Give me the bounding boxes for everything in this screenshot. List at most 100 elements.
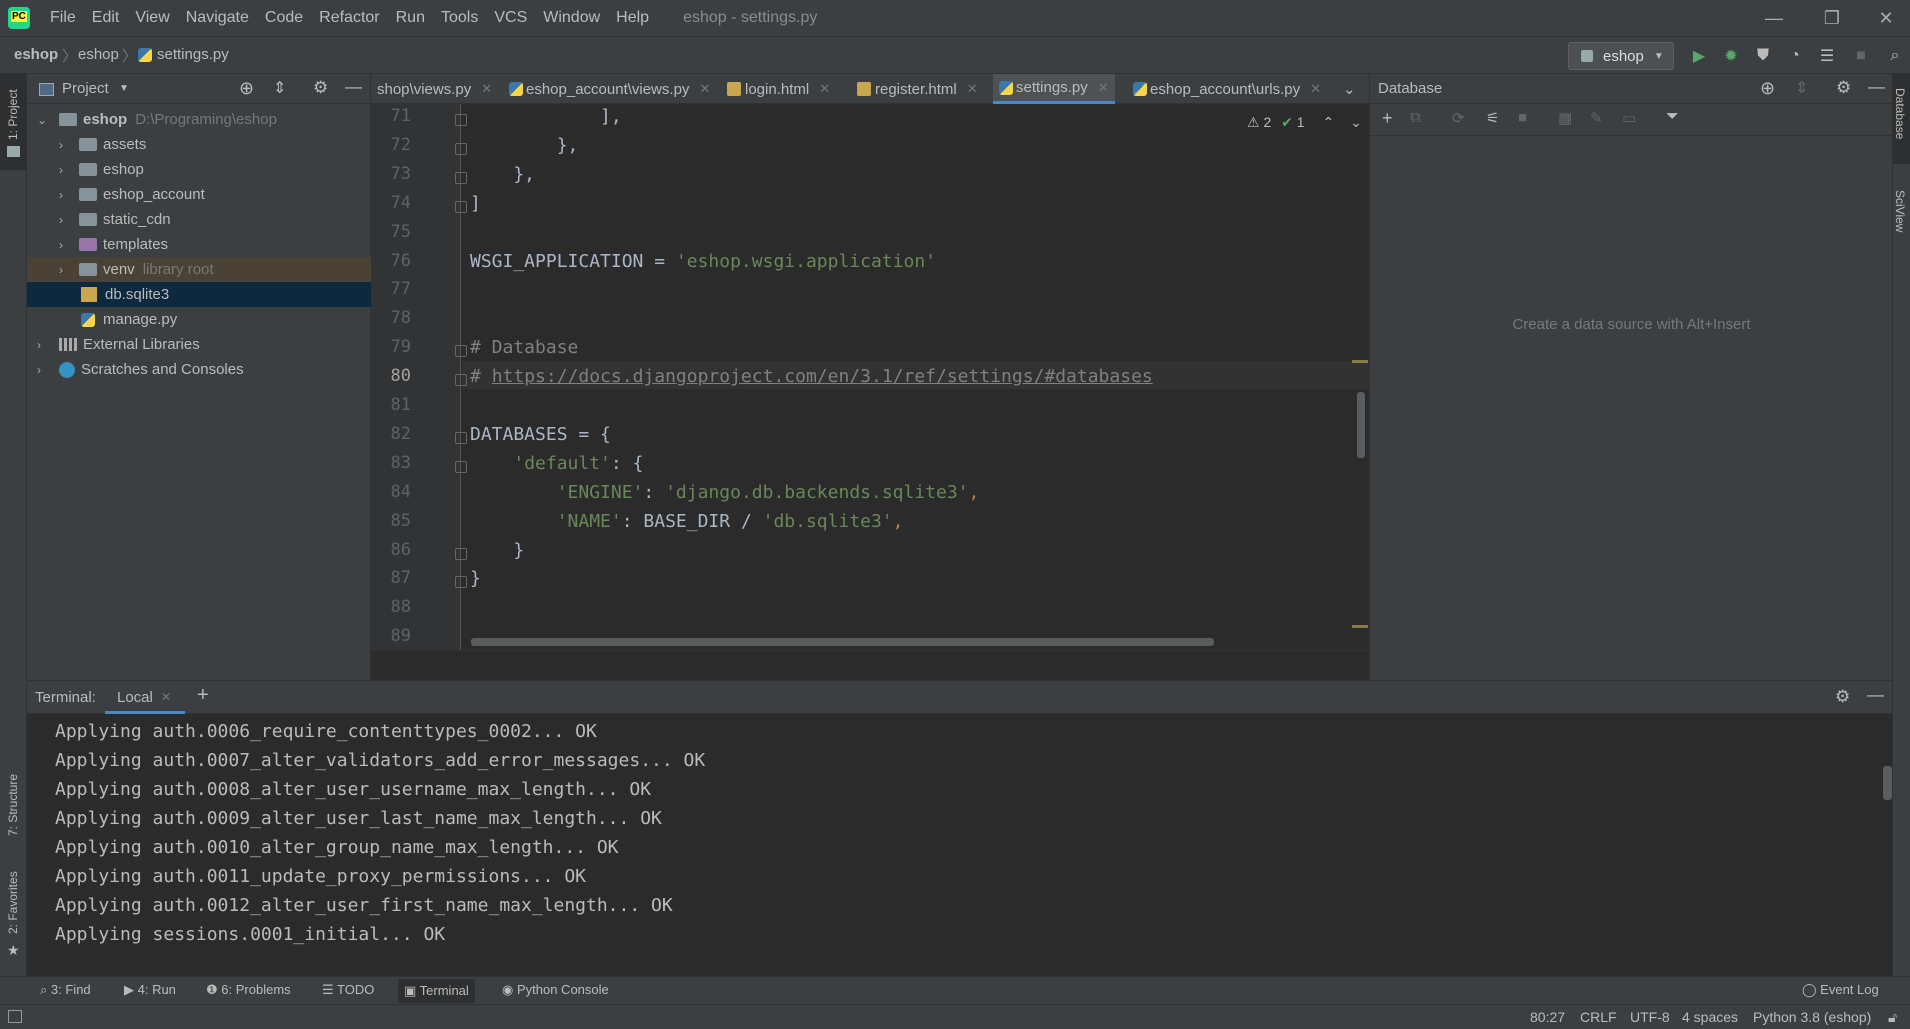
python-interpreter[interactable]: Python 3.8 (eshop) [1753,1009,1871,1025]
tree-item-eshop[interactable]: › eshop [27,157,371,182]
table-icon[interactable]: ▦ [1558,109,1572,127]
tab-settings-py[interactable]: settings.py ✕ [993,74,1115,104]
hide-icon[interactable]: — [1867,685,1884,705]
warning-stripe-marker[interactable] [1352,625,1368,628]
problems-tool-button[interactable]: ❶ 6: Problems [206,982,291,998]
terminal-scrollbar[interactable] [1883,766,1892,800]
gear-icon[interactable]: ⚙ [1835,687,1850,707]
chevron-down-icon[interactable]: ▼ [119,83,129,94]
tree-item-templates[interactable]: › templates [27,232,371,257]
tab-eshop-account-urls[interactable]: eshop_account\urls.py ✕ [1127,74,1327,104]
fold-marker-icon[interactable] [455,460,467,473]
close-tab-icon[interactable]: ✕ [161,690,171,704]
lock-icon[interactable]: 🔓︎ [1888,1009,1897,1026]
concurrency-icon[interactable]: ☰ [1816,45,1838,67]
stop-icon[interactable]: ■ [1850,45,1872,67]
menu-tools[interactable]: Tools [433,9,486,27]
tree-item-eshop-account[interactable]: › eshop_account [27,182,371,207]
find-tool-button[interactable]: ⌕ 3: Find [40,982,91,998]
breadcrumb-project[interactable]: eshop [14,46,58,63]
tabs-overflow-chevron-icon[interactable]: ⌄ [1337,74,1362,104]
line-number[interactable]: 77 [371,279,411,299]
menu-refactor[interactable]: Refactor [311,9,387,27]
code-editor[interactable] [371,104,1369,680]
tree-item-db-sqlite3[interactable]: db.sqlite3 [27,282,371,307]
warning-stripe-marker[interactable] [1352,360,1368,363]
next-highlight-icon[interactable]: ⌄ [1350,114,1362,130]
coverage-icon[interactable]: ⛊ [1752,45,1774,67]
line-separator[interactable]: CRLF [1580,1009,1617,1025]
hide-icon[interactable]: — [1868,77,1885,97]
collapse-all-icon[interactable]: ⇕ [1795,78,1808,98]
line-number[interactable]: 81 [371,395,411,415]
line-number[interactable]: 87 [371,568,411,588]
copy-icon[interactable]: ⧉ [1410,109,1421,126]
line-number[interactable]: 75 [371,222,411,242]
close-tab-icon[interactable]: ✕ [481,81,492,97]
console-icon[interactable]: ▭ [1622,109,1636,127]
search-icon[interactable]: ⌕ [1884,45,1906,67]
close-window-icon[interactable]: ✕ [1862,0,1910,36]
line-number[interactable]: 71 [371,106,411,126]
breadcrumb-folder[interactable]: eshop [78,46,119,63]
close-tab-icon[interactable]: ✕ [1310,81,1321,97]
close-tab-icon[interactable]: ✕ [967,81,978,97]
new-terminal-icon[interactable]: + [197,684,209,707]
fold-marker-icon[interactable] [455,547,467,560]
tree-item-manage-py[interactable]: manage.py [27,307,371,332]
collapse-all-icon[interactable]: ⇕ [273,78,286,98]
line-number[interactable]: 84 [371,482,411,502]
sciview-tool-button[interactable]: SciView [1893,184,1910,264]
line-number[interactable]: 88 [371,597,411,617]
menu-view[interactable]: View [127,9,177,27]
add-datasource-icon[interactable]: + [1382,108,1393,129]
tool-windows-toggle-icon[interactable] [8,1010,22,1023]
menu-help[interactable]: Help [608,9,657,27]
indent-setting[interactable]: 4 spaces [1682,1009,1738,1025]
gear-icon[interactable]: ⚙ [313,78,328,98]
menu-file[interactable]: File [42,9,84,27]
schema-icon[interactable]: ⚟ [1486,109,1499,127]
inspection-widget[interactable]: ⚠ 2 ✔ 1 ⌃ ⌄ [1247,114,1362,131]
run-tool-button[interactable]: ▶ 4: Run [124,982,176,998]
breadcrumb-file[interactable]: settings.py [157,46,229,63]
tree-item-static-cdn[interactable]: › static_cdn [27,207,371,232]
line-number[interactable]: 83 [371,453,411,473]
tab-shop-views[interactable]: shop\views.py ✕ [371,74,498,104]
line-number[interactable]: 80 [371,366,411,386]
tab-eshop-account-views[interactable]: eshop_account\views.py ✕ [503,74,716,104]
stop-icon[interactable]: ■ [1518,109,1527,126]
fold-marker-icon[interactable] [455,114,467,126]
tree-item-venv[interactable]: › venv library root [27,257,371,282]
locate-icon[interactable]: ⊕ [1760,78,1775,99]
tab-register-html[interactable]: register.html ✕ [851,74,984,104]
line-number[interactable]: 82 [371,424,411,444]
line-number[interactable]: 78 [371,308,411,328]
tab-login-html[interactable]: login.html ✕ [721,74,836,104]
tree-item-scratches[interactable]: › Scratches and Consoles [27,357,371,382]
fold-marker-icon[interactable] [455,374,467,387]
database-tool-button[interactable]: Database [1893,74,1910,164]
editor-vertical-scrollbar[interactable] [1357,392,1365,458]
file-encoding[interactable]: UTF-8 [1630,1009,1670,1025]
minimize-icon[interactable]: — [1746,0,1802,36]
favorites-tool-button[interactable]: 2: Favorites ★ [0,864,27,964]
fold-marker-icon[interactable] [455,576,467,589]
fold-marker-icon[interactable] [455,431,467,444]
menu-navigate[interactable]: Navigate [178,9,257,27]
run-configuration-select[interactable]: eshop ▼ [1568,42,1674,70]
menu-window[interactable]: Window [535,9,608,27]
line-number[interactable]: 89 [371,626,411,646]
fold-marker-icon[interactable] [455,142,467,155]
previous-highlight-icon[interactable]: ⌃ [1322,114,1334,130]
refresh-icon[interactable]: ⟳ [1452,109,1465,127]
line-number[interactable]: 73 [371,164,411,184]
line-number[interactable]: 85 [371,511,411,531]
close-tab-icon[interactable]: ✕ [1098,80,1109,96]
line-number[interactable]: 72 [371,135,411,155]
fold-marker-icon[interactable] [455,200,467,213]
project-view-label[interactable]: Project [62,80,109,97]
fold-marker-icon[interactable] [455,345,467,358]
locate-icon[interactable]: ⊕ [239,78,254,99]
line-number[interactable]: 79 [371,337,411,357]
